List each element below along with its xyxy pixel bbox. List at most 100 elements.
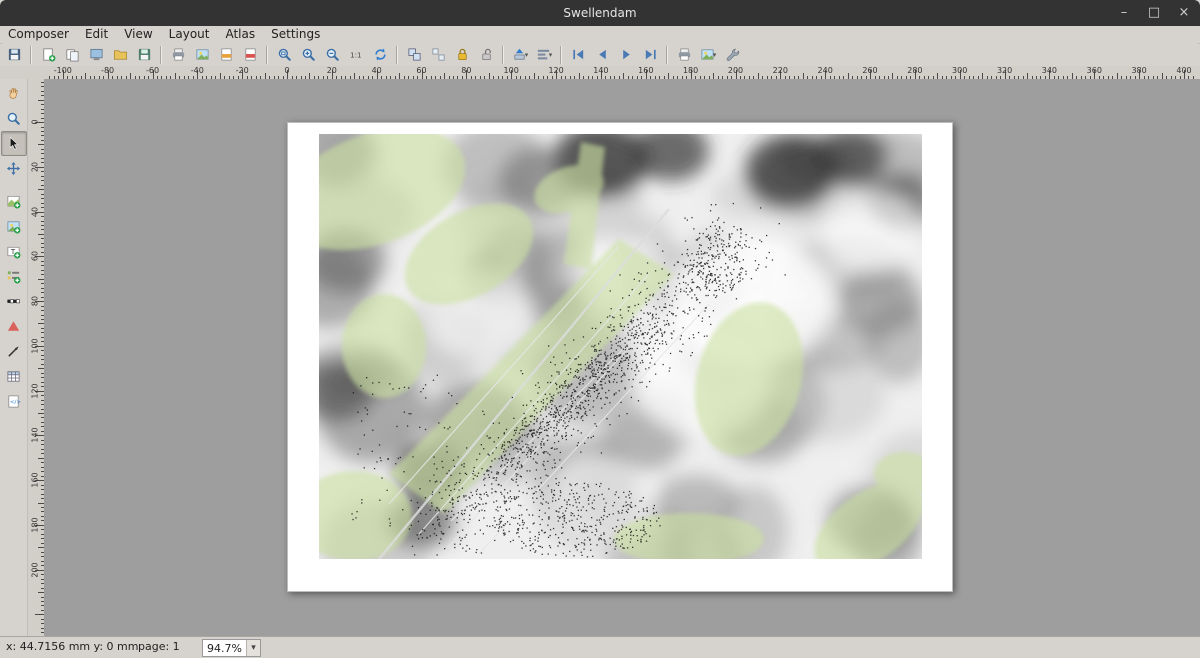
refresh-view-button[interactable] [368, 43, 392, 66]
zoom-out-button[interactable] [320, 43, 344, 66]
print-atlas-button[interactable] [672, 43, 696, 66]
svg-icon [219, 47, 234, 62]
add-new-legend-tool[interactable] [1, 264, 27, 289]
menu-composer[interactable]: Composer [0, 26, 77, 43]
chevron-down-icon: ▾ [525, 51, 529, 59]
ruler-label: 0 [284, 66, 289, 75]
zoom-composer-tool[interactable] [1, 106, 27, 131]
close-button[interactable]: × [1176, 0, 1192, 26]
lock-selected-items-button[interactable] [450, 43, 474, 66]
ruler-label: 180 [31, 517, 40, 532]
composition-map-item[interactable] [319, 134, 922, 559]
zoom-combobox[interactable]: 94.7% ▾ [202, 639, 261, 657]
composition-page[interactable] [287, 122, 953, 592]
atlas-next-feature-button[interactable] [614, 43, 638, 66]
load-from-template-button[interactable] [108, 43, 132, 66]
add-legend-icon [6, 269, 21, 284]
unlock-all-items-button[interactable] [474, 43, 498, 66]
save-template-icon [137, 47, 152, 62]
group-icon [407, 47, 422, 62]
ungroup-items-button[interactable] [426, 43, 450, 66]
add-attribute-table-tool[interactable] [1, 364, 27, 389]
new-composer-button[interactable] [36, 43, 60, 66]
duplicate-icon [65, 47, 80, 62]
ruler-label: 340 [1042, 66, 1057, 75]
zoom-full-button[interactable] [272, 43, 296, 66]
add-html-frame-tool[interactable]: </> [1, 389, 27, 414]
ruler-label: 160 [638, 66, 653, 75]
ruler-label: 280 [907, 66, 922, 75]
maximize-button[interactable]: □ [1146, 0, 1162, 26]
composer-manager-button[interactable] [84, 43, 108, 66]
statusbar: x: 44.7156 mm y: 0 mm page: 1 94.7% ▾ [0, 636, 1200, 658]
chevron-down-icon: ▾ [713, 51, 717, 59]
save-project-button[interactable] [2, 43, 26, 66]
ruler-label: 320 [997, 66, 1012, 75]
nav-next-icon [619, 47, 634, 62]
zoom-actual-size-button[interactable]: 1:1 [344, 43, 368, 66]
ruler-label: 20 [327, 66, 337, 75]
vertical-ruler: 020406080100120140160180200 [28, 79, 45, 637]
zoom-in-button[interactable] [296, 43, 320, 66]
select-move-item-tool[interactable] [1, 131, 27, 156]
zoom-in-icon [301, 47, 316, 62]
atlas-last-feature-button[interactable] [638, 43, 662, 66]
save-as-template-button[interactable] [132, 43, 156, 66]
export-as-pdf-button[interactable] [238, 43, 262, 66]
minimize-button[interactable]: – [1116, 0, 1132, 26]
new-icon [41, 47, 56, 62]
wrench-icon [725, 47, 740, 62]
qgis-composer-window: Swellendam –□× ComposerEditViewLayoutAtl… [0, 0, 1200, 658]
add-label-icon: T [6, 244, 21, 259]
add-arrow-tool[interactable] [1, 339, 27, 364]
align-selected-items-button[interactable]: ▾ [532, 43, 556, 66]
export-as-svg-button[interactable] [214, 43, 238, 66]
print-button[interactable] [166, 43, 190, 66]
toolbar-separator [666, 46, 668, 64]
export-as-image-button[interactable] [190, 43, 214, 66]
add-map-icon [6, 194, 21, 209]
add-image-tool[interactable] [1, 214, 27, 239]
menu-layout[interactable]: Layout [161, 26, 218, 43]
composer-canvas[interactable] [44, 79, 1200, 637]
duplicate-composer-button[interactable] [60, 43, 84, 66]
atlas-first-feature-button[interactable] [566, 43, 590, 66]
nav-first-icon [571, 47, 586, 62]
ruler-label: 260 [862, 66, 877, 75]
add-image-icon [6, 219, 21, 234]
ruler-label: 80 [461, 66, 471, 75]
export-atlas-button[interactable]: ▾ [696, 43, 720, 66]
zoom-out-icon [325, 47, 340, 62]
nav-prev-icon [595, 47, 610, 62]
raise-selected-items-button[interactable]: ▾ [508, 43, 532, 66]
left-toolbox: T </> [0, 79, 28, 637]
add-basic-shape-tool[interactable] [1, 314, 27, 339]
ruler-label: -20 [236, 66, 249, 75]
add-new-map-tool[interactable] [1, 189, 27, 214]
menu-edit[interactable]: Edit [77, 26, 116, 43]
menu-atlas[interactable]: Atlas [217, 26, 263, 43]
group-items-button[interactable] [402, 43, 426, 66]
svg-text:1:1: 1:1 [350, 50, 361, 59]
add-html-icon: </> [6, 394, 21, 409]
printer-icon [171, 47, 186, 62]
ruler-label: -100 [54, 66, 72, 75]
ruler-label: 140 [31, 428, 40, 443]
ungroup-icon [431, 47, 446, 62]
cursor-position: x: 44.7156 mm y: 0 mm [6, 640, 138, 653]
menu-settings[interactable]: Settings [263, 26, 328, 43]
ruler-label: 180 [683, 66, 698, 75]
pan-composer-tool[interactable] [1, 81, 27, 106]
add-arrow-icon [6, 344, 21, 359]
ruler-label: 200 [31, 562, 40, 577]
add-new-label-tool[interactable]: T [1, 239, 27, 264]
hand-icon [6, 86, 21, 101]
menu-view[interactable]: View [116, 26, 160, 43]
menubar: ComposerEditViewLayoutAtlasSettings [0, 26, 1200, 44]
atlas-settings-button[interactable] [720, 43, 744, 66]
lock-icon [455, 47, 470, 62]
add-new-scalebar-tool[interactable] [1, 289, 27, 314]
move-item-content-tool[interactable] [1, 156, 27, 181]
pdf-icon [243, 47, 258, 62]
atlas-previous-feature-button[interactable] [590, 43, 614, 66]
